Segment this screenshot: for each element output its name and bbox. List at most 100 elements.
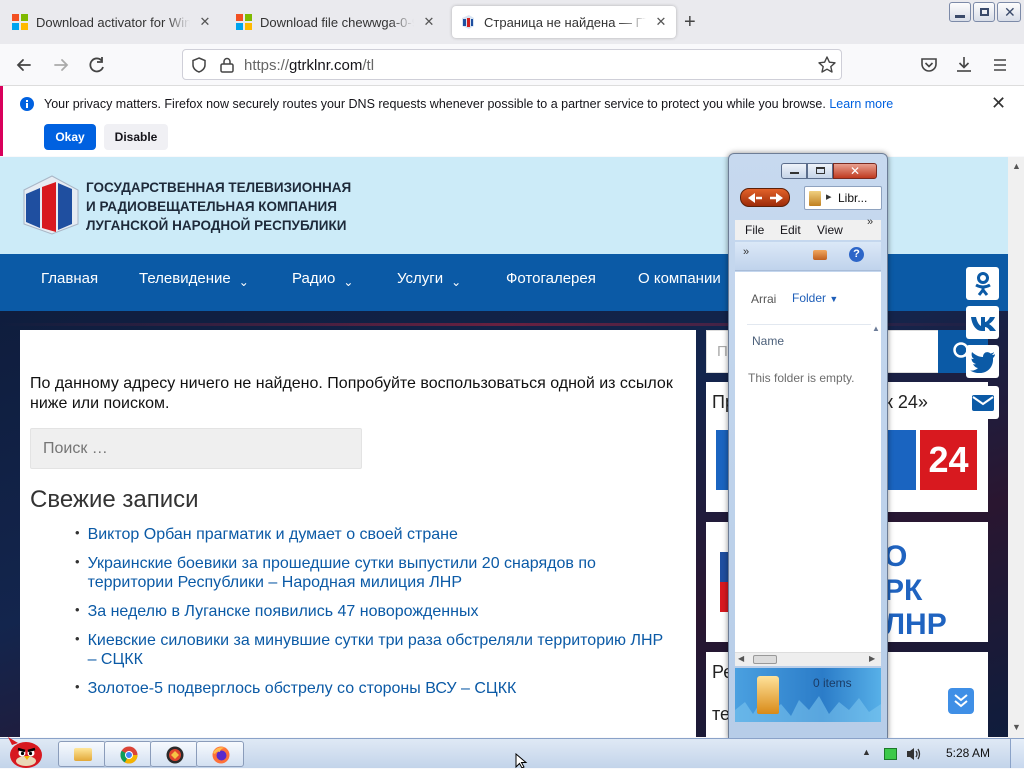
tab-strip: Download activator for Wind ✕ Download f… xyxy=(0,0,1024,44)
scrollbar-thumb[interactable] xyxy=(753,655,777,664)
explorer-address-bar[interactable]: ▸ Libr... xyxy=(804,186,882,210)
post-link[interactable]: Киевские силовики за минувшие сутки три … xyxy=(88,631,675,669)
tab-close-icon[interactable]: ✕ xyxy=(422,14,436,30)
taskbar-app-button[interactable] xyxy=(150,741,198,767)
show-hidden-icons-arrow[interactable]: ▲ xyxy=(862,747,871,757)
lock-icon[interactable] xyxy=(219,56,235,74)
arrange-folder-dropdown[interactable]: Folder ▼ xyxy=(792,291,838,305)
vk-icon xyxy=(970,316,996,331)
tab-close-icon[interactable]: ✕ xyxy=(654,14,668,30)
dropdown-arrow-icon: ▼ xyxy=(829,294,839,304)
tv-24-logo[interactable]: 24 xyxy=(920,430,977,490)
page-scrollbar[interactable]: ▲ ▼ xyxy=(1008,157,1024,738)
post-link[interactable]: Золотое-5 подверглось обстрелу со сторон… xyxy=(88,679,517,698)
site-logo-text[interactable]: ГОСУДАРСТВЕННАЯ ТЕЛЕВИЗИОННАЯ И РАДИОВЕЩ… xyxy=(86,178,351,235)
twitter-share-button[interactable] xyxy=(966,345,999,378)
file-explorer-window[interactable]: ✕ ▸ Libr... File Edit View » » ? Arrai F… xyxy=(728,153,888,739)
recent-posts-heading: Свежие записи xyxy=(30,486,199,513)
nav-item-television[interactable]: Телевидение ⌄ xyxy=(139,254,249,311)
taskbar-chrome-button[interactable] xyxy=(104,741,152,767)
clock-time[interactable]: 5:28 AM xyxy=(946,746,990,760)
odnoklassniki-share-button[interactable] xyxy=(966,267,999,300)
nav-item-about[interactable]: О компании xyxy=(638,254,721,311)
tab-title: Download activator for Wind xyxy=(36,14,190,30)
tab-title: Страница не найдена — ГТР xyxy=(484,14,646,30)
scroll-down-arrow-icon[interactable]: ▼ xyxy=(1012,722,1021,732)
taskbar: ▲ 5:28 AM xyxy=(0,737,1024,768)
not-found-message: По данному адресу ничего не найдено. Поп… xyxy=(30,375,673,412)
network-tray-icon[interactable] xyxy=(884,748,897,760)
preview-pane-icon[interactable] xyxy=(813,250,827,260)
column-header-name[interactable]: Name xyxy=(752,334,784,348)
url-text: https://gtrklnr.com/tl xyxy=(244,57,375,74)
hamburger-menu-icon[interactable] xyxy=(989,54,1011,76)
item-count: 0 items xyxy=(813,676,852,690)
back-arrow-icon[interactable] xyxy=(13,54,35,76)
windows-logo-icon xyxy=(236,14,252,30)
downloads-icon[interactable] xyxy=(953,54,975,76)
pocket-icon[interactable] xyxy=(918,54,940,76)
double-chevron-down-icon xyxy=(954,694,968,708)
explorer-menubar: File Edit View » xyxy=(735,216,881,240)
nav-item-services[interactable]: Услуги ⌄ xyxy=(397,254,461,311)
help-icon[interactable]: ? xyxy=(849,247,864,262)
scroll-to-top-button[interactable] xyxy=(948,688,974,714)
command-overflow-icon[interactable]: » xyxy=(743,246,749,258)
tab-page-not-found[interactable]: Страница не найдена — ГТР ✕ xyxy=(452,6,676,38)
new-tab-plus-icon[interactable]: + xyxy=(684,11,696,34)
disable-button[interactable]: Disable xyxy=(104,124,168,150)
post-link[interactable]: За неделю в Луганске появились 47 новоро… xyxy=(88,602,479,621)
taskbar-firefox-button[interactable] xyxy=(196,741,244,767)
library-icon xyxy=(809,191,821,206)
tab-download-file[interactable]: Download file chewwga-0-9... ✕ xyxy=(228,6,444,38)
sort-arrow-icon: ▲ xyxy=(872,324,880,333)
restore-window-button[interactable] xyxy=(973,2,995,22)
close-notification-icon[interactable]: ✕ xyxy=(991,93,1006,114)
nav-item-home[interactable]: Главная xyxy=(41,254,98,311)
scroll-right-arrow-icon: ▶ xyxy=(869,654,876,663)
taskbar-explorer-button[interactable] xyxy=(58,741,106,767)
library-large-icon xyxy=(757,676,779,714)
explorer-content-pane: Arrai Folder ▼ Name ▲ This folder is emp… xyxy=(735,272,881,652)
menu-view[interactable]: View xyxy=(817,223,843,237)
explorer-back-forward[interactable] xyxy=(740,188,790,207)
post-link[interactable]: Виктор Орбан прагматик и думает о своей … xyxy=(88,525,458,544)
tab-close-icon[interactable]: ✕ xyxy=(198,14,212,30)
menu-file[interactable]: File xyxy=(745,223,764,237)
list-item: • Украинские боевики за прошедшие сутки в… xyxy=(75,554,675,592)
gtrk-logo-icon[interactable] xyxy=(20,174,82,236)
list-item: • Виктор Орбан прагматик и думает о своей… xyxy=(75,525,458,544)
scroll-up-arrow-icon[interactable]: ▲ xyxy=(1012,161,1021,171)
recent-posts-list: • Виктор Орбан прагматик и думает о своей… xyxy=(75,525,675,708)
explorer-maximize-button[interactable] xyxy=(807,163,833,179)
show-desktop-button[interactable] xyxy=(1010,739,1024,768)
scroll-left-arrow-icon: ◀ xyxy=(738,654,745,663)
okay-button[interactable]: Okay xyxy=(44,124,96,150)
close-window-button[interactable]: ✕ xyxy=(997,2,1021,22)
explorer-horizontal-scrollbar[interactable]: ◀ ▶ xyxy=(735,652,881,666)
learn-more-link[interactable]: Learn more xyxy=(829,97,893,111)
gtrk-favicon-icon xyxy=(460,14,476,30)
tracking-protection-shield-icon[interactable] xyxy=(190,56,208,74)
explorer-minimize-button[interactable] xyxy=(781,163,807,179)
minimize-window-button[interactable] xyxy=(949,2,971,22)
tab-download-activator[interactable]: Download activator for Wind ✕ xyxy=(4,6,220,38)
nav-item-radio[interactable]: Радио ⌄ xyxy=(292,254,353,311)
vk-share-button[interactable] xyxy=(966,306,999,339)
bookmark-star-icon[interactable] xyxy=(817,55,837,75)
explorer-close-button[interactable]: ✕ xyxy=(833,163,877,179)
folder-icon xyxy=(74,748,92,761)
start-button[interactable] xyxy=(4,733,48,769)
volume-speaker-icon[interactable] xyxy=(906,747,922,761)
email-share-button[interactable] xyxy=(966,386,999,419)
nav-item-photogallery[interactable]: Фотогалерея xyxy=(506,254,596,311)
menu-edit[interactable]: Edit xyxy=(780,223,801,237)
url-bar[interactable]: https://gtrklnr.com/tl xyxy=(182,49,842,80)
menu-overflow-icon[interactable]: » xyxy=(867,216,873,228)
reload-icon[interactable] xyxy=(86,54,108,76)
forward-arrow-icon[interactable] xyxy=(50,54,72,76)
notification-text: Your privacy matters. Firefox now secure… xyxy=(44,97,894,111)
list-item: • Золотое-5 подверглось обстрелу со сторо… xyxy=(75,679,517,698)
post-link[interactable]: Украинские боевики за прошедшие сутки вы… xyxy=(88,554,675,592)
search-input[interactable] xyxy=(30,428,362,469)
